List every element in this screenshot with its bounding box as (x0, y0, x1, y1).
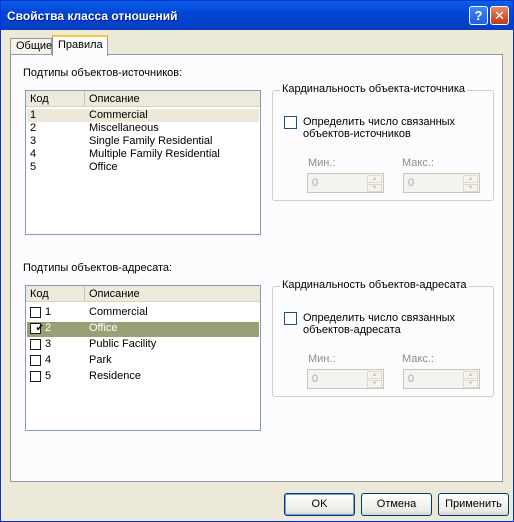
list-item[interactable]: 2 Miscellaneous (27, 122, 259, 135)
item-code: 4 (30, 148, 37, 160)
close-button[interactable]: ✕ (490, 6, 509, 25)
destination-max-spinner[interactable]: 0 ▲ ▼ (403, 369, 480, 389)
spin-down-icon[interactable]: ▼ (463, 184, 478, 192)
item-description: Multiple Family Residential (89, 148, 220, 160)
origin-subtypes-label: Подтипы объектов-источников: (23, 67, 183, 79)
destination-max-label: Макс.: (402, 353, 434, 365)
row-checkbox[interactable] (30, 307, 41, 318)
destination-min-spinner[interactable]: 0 ▲ ▼ (307, 369, 384, 389)
column-description[interactable]: Описание (85, 91, 260, 107)
destination-list-header: Код Описание (26, 286, 260, 303)
row-checkbox[interactable] (30, 371, 41, 382)
destination-max-value: 0 (408, 373, 415, 385)
spin-up-icon[interactable]: ▲ (463, 175, 478, 183)
list-item[interactable]: 3 Single Family Residential (27, 135, 259, 148)
item-description: Commercial (89, 306, 148, 318)
row-checkbox[interactable] (30, 339, 41, 350)
origin-max-value: 0 (408, 177, 415, 189)
list-item[interactable]: 4 Park (27, 354, 259, 369)
item-code: 2 (45, 322, 52, 334)
item-code: 2 (30, 122, 37, 134)
destination-min-value: 0 (312, 373, 319, 385)
item-code: 3 (45, 338, 52, 350)
column-description[interactable]: Описание (85, 286, 260, 302)
origin-min-spinner[interactable]: 0 ▲ ▼ (307, 173, 384, 193)
dialog-window: Свойства класса отношений ? ✕ Общие Прав… (0, 0, 514, 522)
origin-cardinality-check-label-2: объектов-источников (303, 128, 411, 140)
spin-down-icon[interactable]: ▼ (463, 380, 478, 388)
rules-panel: Подтипы объектов-источников: Код Описани… (10, 54, 503, 482)
ok-button[interactable]: OK (284, 493, 355, 516)
spin-down-icon[interactable]: ▼ (367, 380, 382, 388)
list-item[interactable]: 1 Commercial (27, 109, 259, 122)
origin-cardinality-title: Кардинальность объекта-источника (280, 83, 468, 95)
apply-button[interactable]: Применить (438, 493, 509, 516)
origin-cardinality-group: Кардинальность объекта-источника Определ… (272, 83, 494, 201)
item-description: Public Facility (89, 338, 157, 350)
item-code: 5 (30, 161, 37, 173)
list-item[interactable]: 4 Multiple Family Residential (27, 148, 259, 161)
destination-cardinality-check-label-2: объектов-адресата (303, 324, 401, 336)
item-description: Office (89, 322, 118, 334)
item-description: Single Family Residential (89, 135, 213, 147)
list-item[interactable]: 1 Commercial (27, 306, 259, 321)
tab-rules[interactable]: Правила (52, 35, 108, 56)
tab-general[interactable]: Общие (10, 38, 52, 55)
help-button[interactable]: ? (469, 6, 488, 25)
destination-min-label: Мин.: (308, 353, 336, 365)
destination-cardinality-group: Кардинальность объектов-адресата Определ… (272, 279, 494, 397)
row-checkbox[interactable] (30, 355, 41, 366)
close-icon: ✕ (494, 8, 505, 23)
spin-up-icon[interactable]: ▲ (367, 175, 382, 183)
checkmark-icon: ✔ (35, 323, 44, 334)
spin-down-icon[interactable]: ▼ (367, 184, 382, 192)
destination-cardinality-checkbox[interactable] (284, 312, 297, 325)
item-description: Office (89, 161, 118, 173)
origin-max-spinner[interactable]: 0 ▲ ▼ (403, 173, 480, 193)
list-item[interactable]: 5 Residence (27, 370, 259, 385)
destination-subtypes-label: Подтипы объектов-адресата: (23, 262, 173, 274)
cancel-button[interactable]: Отмена (361, 493, 432, 516)
title-bar[interactable]: Свойства класса отношений ? ✕ (1, 1, 513, 30)
row-checkbox[interactable]: ✔ (30, 323, 44, 334)
origin-max-label: Макс.: (402, 157, 434, 169)
item-description: Commercial (89, 109, 148, 121)
origin-subtypes-list[interactable]: Код Описание 1 Commercial 2 Miscellaneou… (25, 90, 261, 235)
destination-subtypes-list[interactable]: Код Описание 1 Commercial ✔ 2 Office 3 P… (25, 285, 261, 431)
column-code[interactable]: Код (26, 286, 85, 302)
spin-up-icon[interactable]: ▲ (463, 371, 478, 379)
item-description: Park (89, 354, 112, 366)
item-description: Residence (89, 370, 141, 382)
spin-up-icon[interactable]: ▲ (367, 371, 382, 379)
item-code: 1 (45, 306, 52, 318)
help-icon: ? (474, 8, 483, 23)
origin-min-label: Мин.: (308, 157, 336, 169)
item-code: 1 (30, 109, 37, 121)
window-title: Свойства класса отношений (7, 9, 178, 23)
origin-list-header: Код Описание (26, 91, 260, 108)
destination-cardinality-title: Кардинальность объектов-адресата (280, 279, 469, 291)
item-code: 5 (45, 370, 52, 382)
list-item[interactable]: 5 Office (27, 161, 259, 174)
item-code: 3 (30, 135, 37, 147)
item-description: Miscellaneous (89, 122, 159, 134)
list-item[interactable]: 3 Public Facility (27, 338, 259, 353)
origin-min-value: 0 (312, 177, 319, 189)
column-code[interactable]: Код (26, 91, 85, 107)
list-item[interactable]: ✔ 2 Office (27, 322, 259, 337)
item-code: 4 (45, 354, 52, 366)
origin-cardinality-checkbox[interactable] (284, 116, 297, 129)
